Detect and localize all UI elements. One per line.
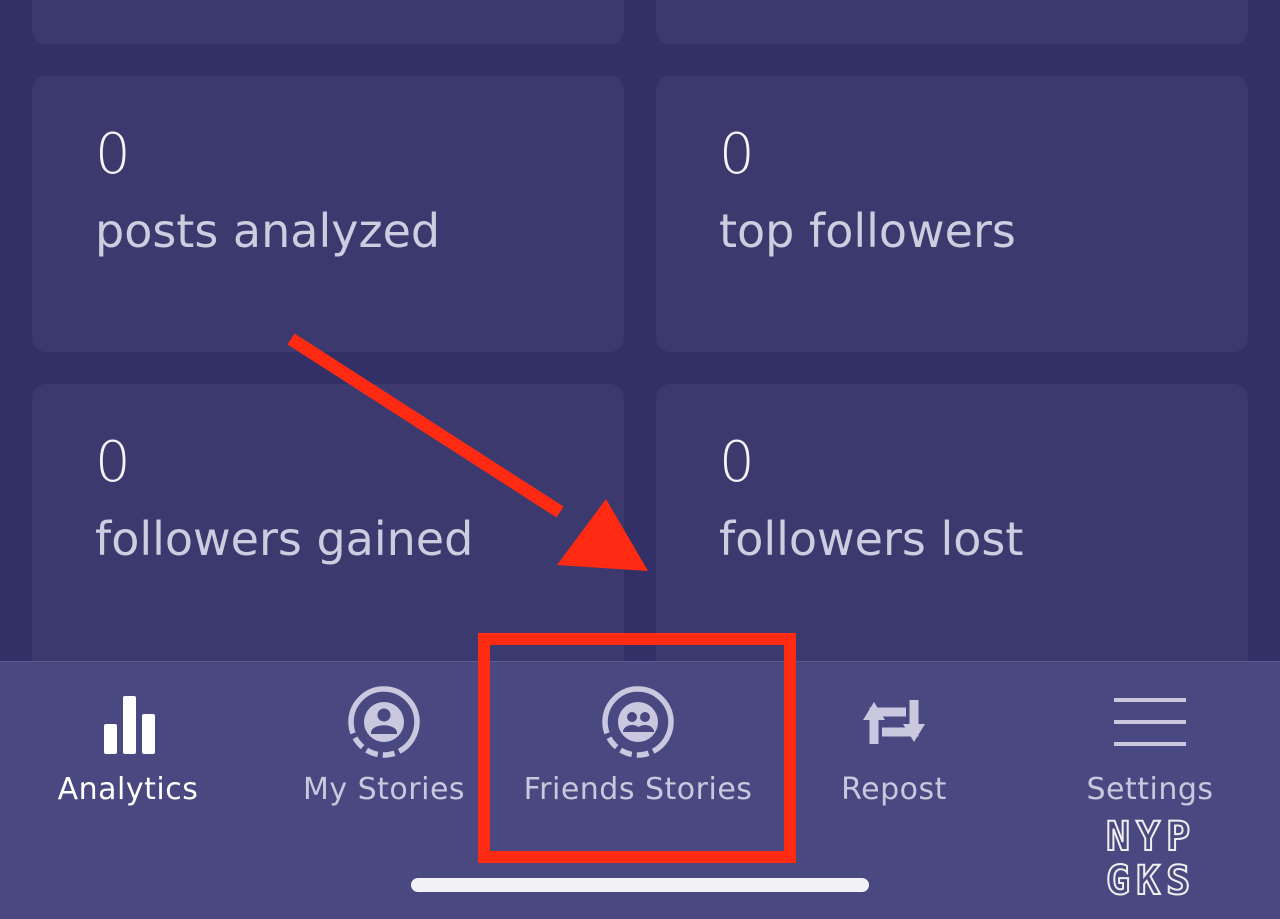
stat-label: followers lost bbox=[719, 512, 1024, 566]
annotation-arrow bbox=[287, 333, 648, 571]
tab-repost[interactable]: Repost bbox=[766, 662, 1022, 822]
repost-icon bbox=[863, 700, 925, 744]
stat-label: top followers bbox=[719, 204, 1016, 258]
tab-label: Analytics bbox=[57, 772, 199, 807]
stat-value: 0 bbox=[719, 122, 755, 187]
watermark-line1: NYP bbox=[1106, 814, 1196, 860]
tab-label: Settings bbox=[1086, 772, 1214, 807]
person-story-ring-icon bbox=[348, 686, 420, 758]
annotation-highlight-box bbox=[478, 633, 796, 863]
tab-label: Repost bbox=[841, 772, 947, 807]
stat-card-top-right-partial bbox=[656, 0, 1248, 44]
watermark-logo: NYP GKS bbox=[1105, 813, 1196, 904]
tab-my-stories[interactable]: My Stories bbox=[256, 662, 512, 822]
home-indicator bbox=[411, 878, 869, 892]
tab-analytics[interactable]: Analytics bbox=[0, 662, 256, 822]
tab-settings[interactable]: Settings bbox=[1022, 662, 1278, 822]
menu-icon bbox=[1114, 698, 1186, 746]
stat-card-top-followers[interactable]: 0 top followers bbox=[656, 76, 1248, 352]
watermark-line2: GKS bbox=[1106, 858, 1196, 904]
stat-value: 0 bbox=[719, 430, 755, 495]
bar-chart-icon bbox=[104, 696, 155, 754]
tab-label: My Stories bbox=[302, 772, 466, 807]
